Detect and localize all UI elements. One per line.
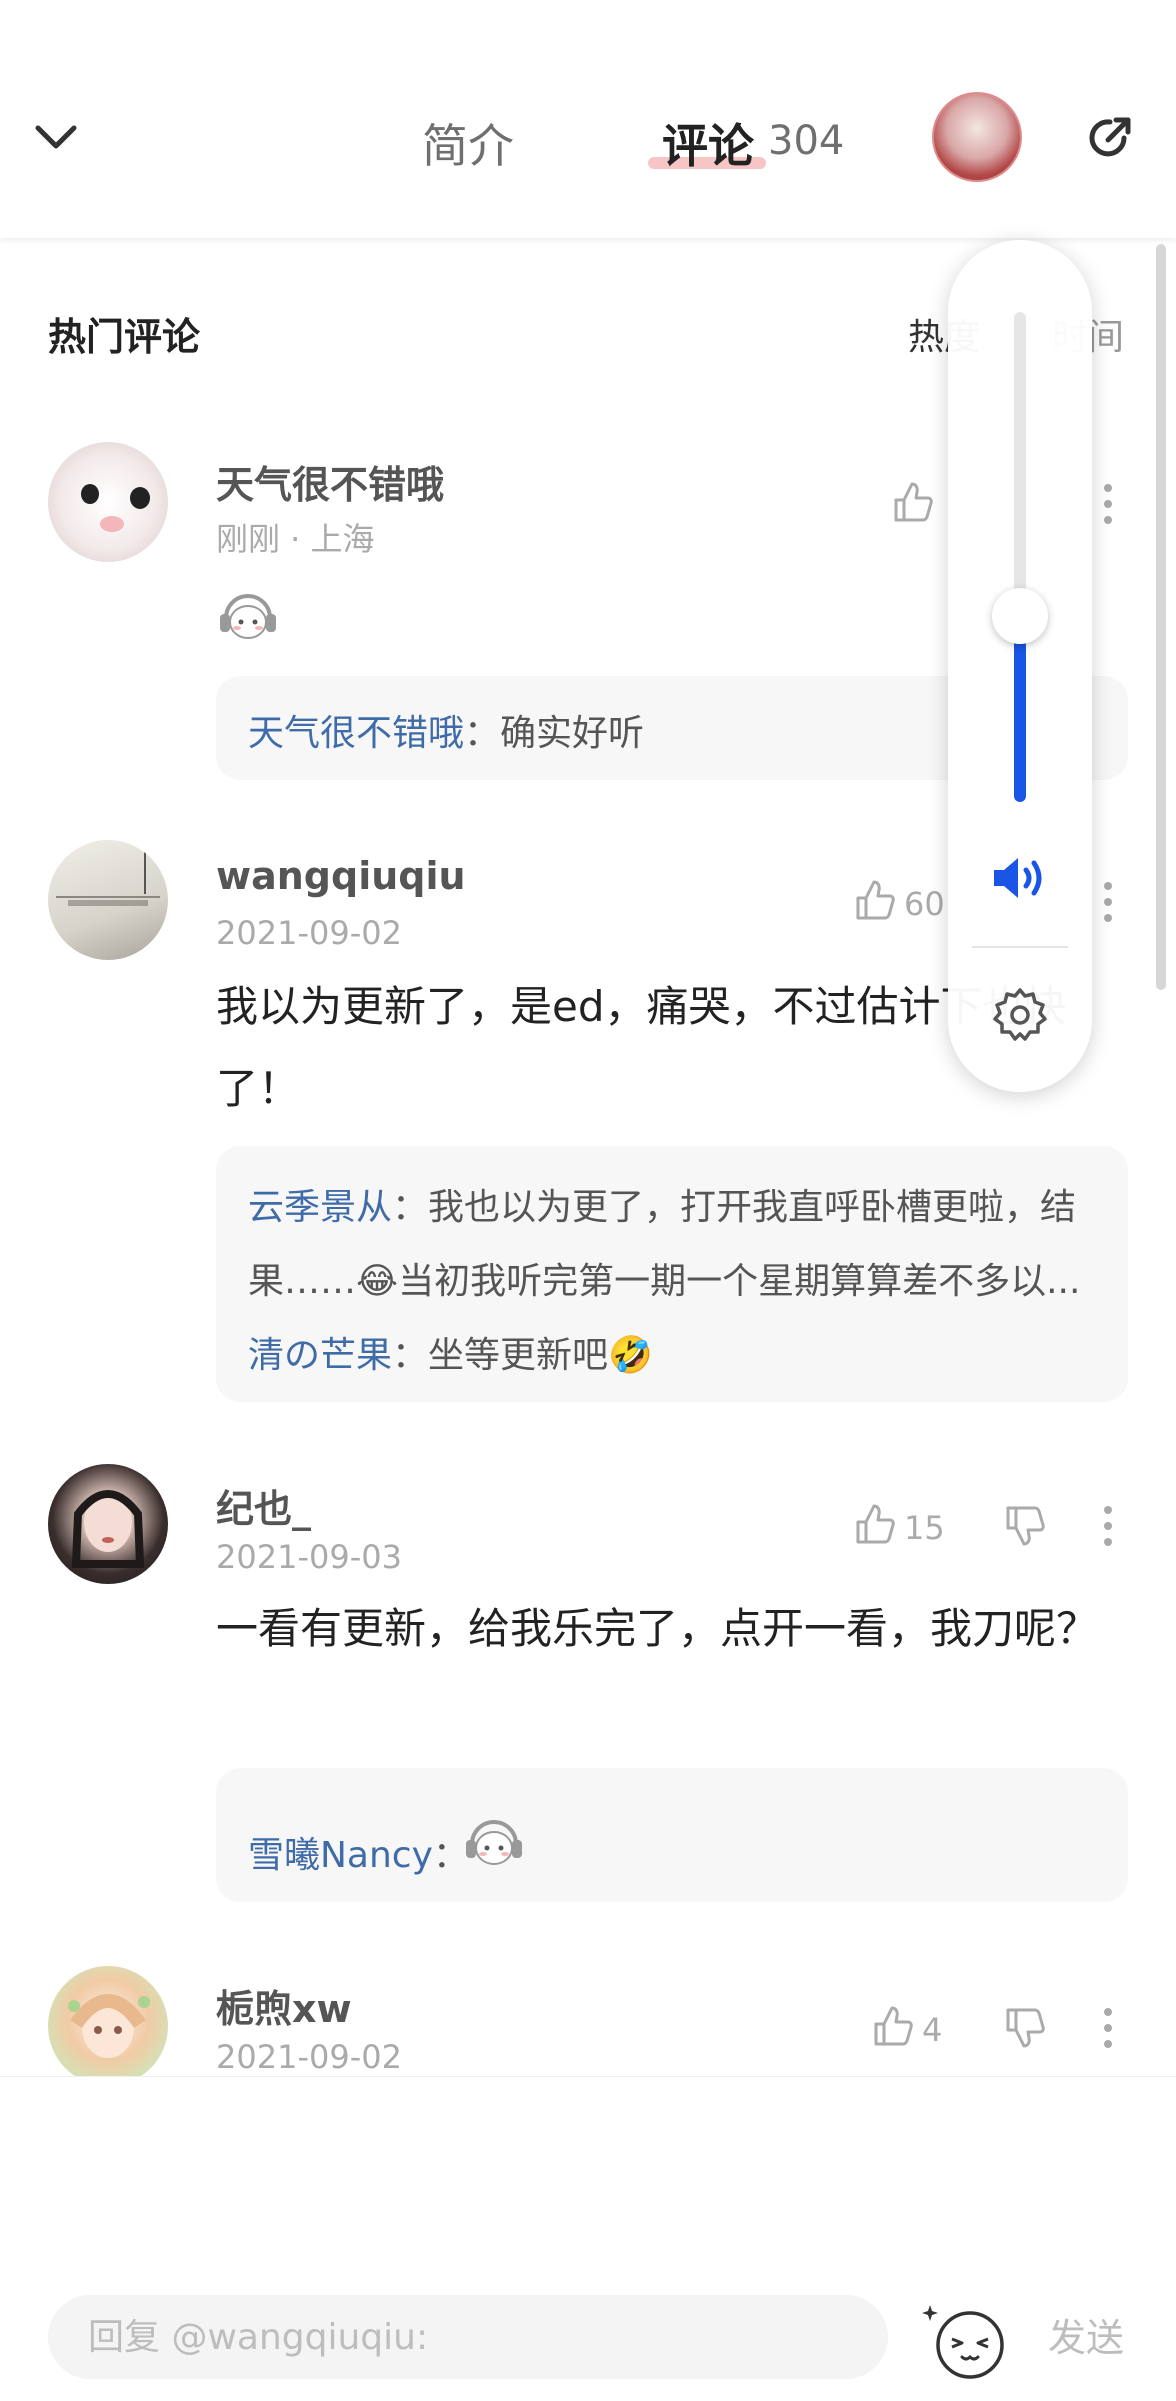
reply-author[interactable]: 雪曦Nancy — [248, 1835, 433, 1876]
thumb-up-icon — [890, 480, 934, 532]
reply-text: 坐等更新吧🤣 — [428, 1335, 653, 1376]
comment-meta: 2021-09-02 — [216, 2038, 402, 2076]
thumb-up-icon — [870, 2004, 914, 2056]
thumb-down-icon[interactable] — [1000, 2004, 1048, 2052]
reply-item: 雪曦Nancy： — [248, 1835, 469, 1876]
comment-author[interactable]: wangqiuqiu — [216, 854, 466, 898]
reply-input[interactable] — [48, 2295, 888, 2379]
like-count: 4 — [922, 2011, 943, 2049]
user-avatar[interactable] — [932, 92, 1022, 182]
emoji-icon[interactable] — [920, 2297, 1010, 2383]
comment-meta: 2021-09-03 — [216, 1538, 402, 1576]
reply-text: 我也以为更了，打开我直呼卧槽更啦，结 — [428, 1187, 1077, 1228]
comment-body: 一看有更新，给我乐完了，点开一看，我刀呢？ — [216, 1604, 1099, 1653]
like-button[interactable] — [890, 480, 942, 532]
thumb-down-icon[interactable] — [1000, 1502, 1048, 1550]
top-bar: 简介 评论 304 — [0, 0, 1176, 238]
headphone-cat-sticker-icon — [216, 584, 280, 642]
avatar[interactable] — [48, 1966, 168, 2086]
reply-author[interactable]: 云季景从 — [248, 1187, 392, 1228]
comment-meta: 2021-09-02 — [216, 914, 402, 952]
comment-meta: 刚刚 · 上海 — [216, 520, 375, 558]
reply-author[interactable]: 清の芒果 — [248, 1335, 392, 1376]
thumb-up-icon — [852, 878, 896, 930]
reply-text: 确实好听 — [500, 713, 645, 754]
reply-item: 清の芒果：坐等更新吧🤣 — [248, 1335, 653, 1376]
divider — [972, 946, 1068, 948]
like-button[interactable]: 15 — [852, 1502, 945, 1554]
avatar[interactable] — [48, 1464, 168, 1584]
volume-slider-track[interactable] — [1014, 312, 1026, 802]
reply-author[interactable]: 天气很不错哦 — [248, 713, 464, 754]
thumb-up-icon — [852, 1502, 896, 1554]
send-button[interactable]: 发送 — [1048, 2307, 1124, 2362]
like-count: 15 — [904, 1509, 945, 1547]
avatar[interactable] — [48, 442, 168, 562]
speaker-icon[interactable] — [988, 846, 1052, 910]
avatar[interactable] — [48, 840, 168, 960]
like-button[interactable]: 60 — [852, 878, 945, 930]
gear-icon[interactable] — [988, 982, 1052, 1046]
reply-text: 果……😂当初我听完第一期一个星期算算差不多以... — [248, 1261, 1081, 1302]
section-title: 热门评论 — [48, 315, 201, 359]
comment-author[interactable]: 栀煦xw — [216, 1978, 352, 2033]
more-icon[interactable] — [1084, 2004, 1132, 2052]
reply-item-continued: 果……😂当初我听完第一期一个星期算算差不多以... — [248, 1252, 1108, 1304]
reply-box[interactable]: 云季景从：我也以为更了，打开我直呼卧槽更啦，结 果……😂当初我听完第一期一个星期… — [216, 1146, 1128, 1402]
like-count: 60 — [904, 885, 945, 923]
volume-slider-thumb[interactable] — [992, 587, 1048, 644]
comment-author[interactable]: 纪也_ — [216, 1478, 311, 1533]
scrollbar[interactable] — [1156, 244, 1166, 990]
chevron-down-icon[interactable] — [30, 112, 82, 164]
comment-count: 304 — [768, 118, 845, 164]
reply-item: 云季景从：我也以为更了，打开我直呼卧槽更啦，结 — [248, 1187, 1077, 1228]
tab-comments[interactable]: 评论 — [662, 110, 754, 176]
reply-bar: 发送 — [0, 2076, 1176, 2401]
like-button[interactable]: 4 — [870, 2004, 942, 2056]
comment-author[interactable]: 天气很不错哦 — [216, 454, 444, 509]
tab-intro[interactable]: 简介 — [422, 110, 514, 176]
share-icon[interactable] — [1084, 112, 1136, 164]
reply-box[interactable]: 雪曦Nancy： — [216, 1768, 1128, 1902]
volume-panel — [948, 240, 1092, 1092]
headphone-cat-sticker-icon — [462, 1810, 526, 1868]
more-icon[interactable] — [1084, 1502, 1132, 1550]
